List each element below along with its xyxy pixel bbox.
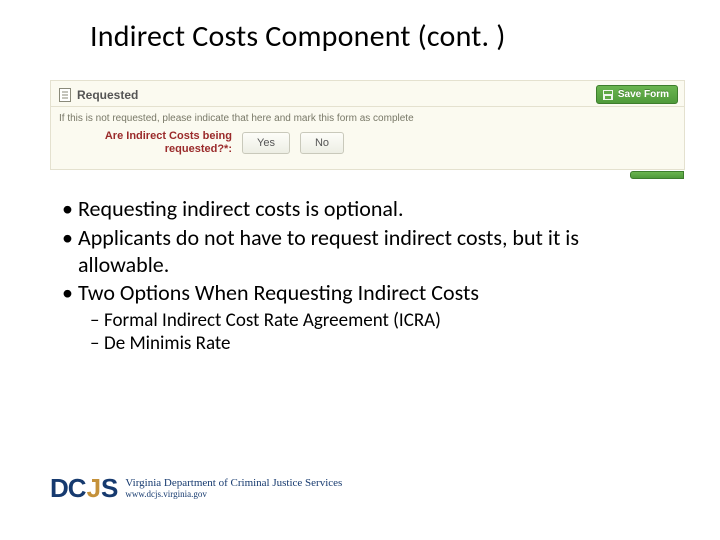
partial-button-fragment <box>630 171 684 179</box>
question-row: Are Indirect Costs being requested?*: Ye… <box>51 126 684 160</box>
form-section-title: Requested <box>77 88 138 102</box>
save-form-button[interactable]: Save Form <box>596 85 678 104</box>
logo-text: Virginia Department of Criminal Justice … <box>125 478 342 499</box>
form-header: Requested Save Form <box>51 81 684 107</box>
form-note: If this is not requested, please indicat… <box>51 107 684 126</box>
logo-letter: C <box>68 473 86 504</box>
org-name: Virginia Department of Criminal Justice … <box>125 478 342 490</box>
bullet-item: Two Options When Requesting Indirect Cos… <box>62 280 662 307</box>
org-url: www.dcjs.virginia.gov <box>125 490 342 499</box>
logo-letter-accent: J <box>87 473 100 504</box>
form-panel: Requested Save Form If this is not reque… <box>50 80 685 170</box>
sub-bullet-item: De Minimis Rate <box>90 332 662 355</box>
no-button[interactable]: No <box>300 132 344 154</box>
save-form-label: Save Form <box>618 89 669 100</box>
logo-acronym: D C J S <box>50 473 117 504</box>
bullet-item: Requesting indirect costs is optional. <box>62 196 662 223</box>
bullet-content: Requesting indirect costs is optional. A… <box>62 196 662 356</box>
bullet-item: Applicants do not have to request indire… <box>62 225 662 279</box>
document-icon <box>59 88 71 102</box>
sub-bullet-list: Formal Indirect Cost Rate Agreement (ICR… <box>90 309 662 355</box>
question-label: Are Indirect Costs being requested?*: <box>87 130 232 156</box>
slide-title: Indirect Costs Component (cont. ) <box>90 18 506 55</box>
save-icon <box>603 90 613 100</box>
yes-button[interactable]: Yes <box>242 132 290 154</box>
form-header-left: Requested <box>59 88 138 102</box>
logo-letter: S <box>101 473 117 504</box>
footer-logo: D C J S Virginia Department of Criminal … <box>50 473 342 504</box>
sub-bullet-item: Formal Indirect Cost Rate Agreement (ICR… <box>90 309 662 332</box>
logo-letter: D <box>50 473 68 504</box>
